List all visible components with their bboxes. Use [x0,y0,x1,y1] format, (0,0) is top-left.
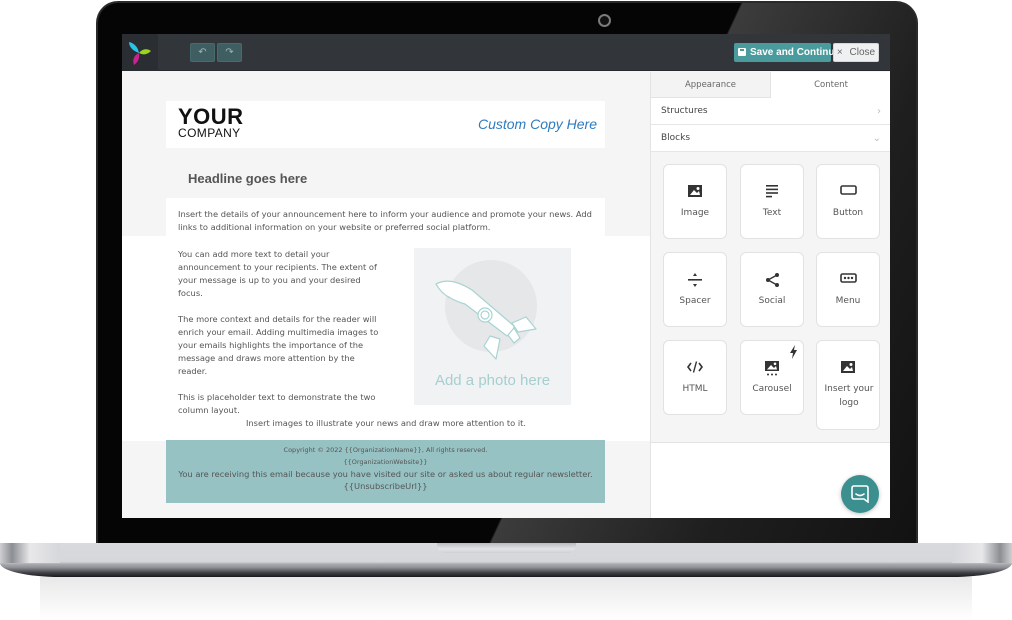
laptop-notch [437,543,576,553]
redo-button[interactable]: ↷ [217,43,242,62]
footer-reason: You are receiving this email because you… [178,469,593,479]
header-custom-copy[interactable]: Custom Copy Here [478,116,597,132]
block-insert-logo-label: Insert your logo [824,384,874,408]
tab-content[interactable]: Content [771,72,890,98]
laptop-reflection [40,577,972,620]
two-column-block[interactable]: You can add more text to detail your ann… [122,236,650,441]
rocket-icon [435,260,537,360]
chevron-right-icon: › [877,106,881,117]
block-social-label: Social [758,296,786,306]
left-column-text: You can add more text to detail your ann… [178,248,383,430]
block-carousel-label: Carousel [752,384,792,394]
chevron-down-icon: ⌄ [872,133,881,144]
chat-button[interactable] [841,475,879,513]
block-image-label: Image [680,208,710,218]
laptop-base-right-edge [952,543,1012,563]
email-headline[interactable]: Headline goes here [188,171,307,186]
block-menu[interactable]: Menu [816,252,880,327]
button-icon [839,185,857,195]
section-blocks-label: Blocks [661,133,691,143]
email-intro-text: Insert the details of your announcement … [178,209,592,232]
chat-bubble-icon [851,485,869,503]
block-insert-logo[interactable]: Insert your logo [816,340,880,430]
save-and-continue-button[interactable]: Save and Continue [734,43,840,62]
email-footer-block[interactable]: Copyright © 2022 {{OrganizationName}}, A… [166,440,605,503]
close-button[interactable]: × Close [833,43,879,62]
image-icon [688,185,702,197]
floppy-disk-icon [738,48,746,56]
block-text[interactable]: Text [740,164,804,239]
section-blocks[interactable]: Blocks ⌄ [651,125,890,152]
block-menu-label: Menu [835,296,861,306]
app-logo-icon [129,42,151,65]
undo-button[interactable]: ↶ [190,43,215,62]
section-structures-label: Structures [661,106,708,116]
footer-website: {{OrganizationWebsite}} [343,458,428,466]
block-button[interactable]: Button [816,164,880,239]
block-html[interactable]: HTML [663,340,727,415]
footer-unsubscribe[interactable]: {{UnsubscribeUrl}} [166,480,605,492]
redo-icon: ↷ [225,47,234,58]
block-social[interactable]: Social [740,252,804,327]
column-paragraph: The more context and details for the rea… [178,314,379,376]
block-spacer-label: Spacer [679,296,711,306]
carousel-icon [765,361,779,376]
block-text-label: Text [762,208,782,218]
image-caption: Insert images to illustrate your news an… [245,418,527,428]
footer-copyright: Copyright © 2022 {{OrganizationName}}, A… [283,446,488,454]
blocks-grid: Image Text Button Spacer Social Menu HTM… [651,152,890,443]
email-canvas: YOUR COMPANY Custom Copy Here Headline g… [122,72,650,518]
content-panel: Appearance Content Structures › Blocks ⌄… [650,72,890,518]
webcam-icon [598,14,611,27]
close-label: Close [849,47,876,58]
divide-icon [688,273,702,287]
code-icon [687,361,703,373]
photo-placeholder-label: Add a photo here [434,372,551,389]
photo-placeholder[interactable]: Add a photo here [414,248,571,405]
column-paragraph: This is placeholder text to demonstrate … [178,392,376,415]
share-icon [765,273,779,287]
block-html-label: HTML [682,384,708,394]
lightning-bolt-icon [790,345,797,359]
text-lines-icon [766,185,778,198]
close-icon: × [836,47,843,58]
block-image[interactable]: Image [663,164,727,239]
section-structures[interactable]: Structures › [651,98,890,125]
tab-appearance[interactable]: Appearance [651,72,771,98]
block-button-label: Button [832,208,864,218]
editor-toolbar: ↶ ↷ Save and Continue × Close [122,34,890,71]
company-logo-line1: YOUR [178,104,244,129]
email-intro-block[interactable]: Insert the details of your announcement … [166,198,605,236]
block-spacer[interactable]: Spacer [663,252,727,327]
block-carousel[interactable]: Carousel [740,340,804,415]
image-icon [841,361,855,373]
editor-screen: ↶ ↷ Save and Continue × Close YOUR COMPA… [122,34,890,518]
menu-dots-icon [839,273,857,283]
undo-icon: ↶ [198,47,207,58]
laptop-base-left-edge [0,543,60,563]
email-header-block[interactable]: YOUR COMPANY Custom Copy Here [166,101,605,148]
save-and-continue-label: Save and Continue [750,47,841,58]
company-logo-line2: COMPANY [178,126,241,140]
app-logo[interactable] [122,34,158,71]
panel-tabs: Appearance Content [651,72,890,98]
column-paragraph: You can add more text to detail your ann… [178,249,377,298]
